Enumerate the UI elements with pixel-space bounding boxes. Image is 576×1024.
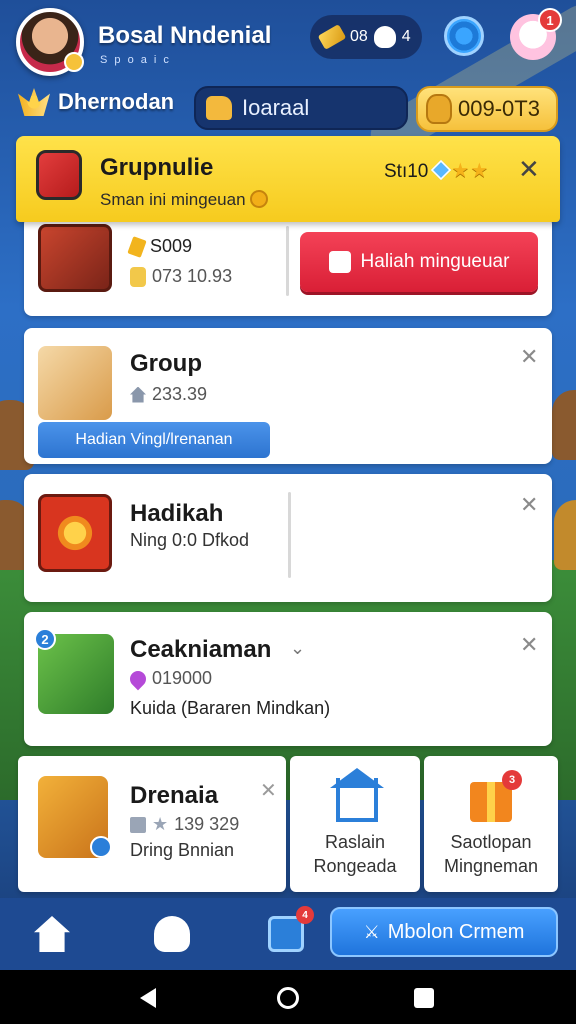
house-line2: Rongeada <box>313 856 397 876</box>
banner-score-text: Stı10 <box>384 161 429 182</box>
recent-apps-icon[interactable] <box>414 988 434 1008</box>
group-count: 233.39 <box>152 384 208 404</box>
card-first-line1-text: S009 <box>150 236 193 256</box>
settings-gear-icon[interactable] <box>444 16 484 56</box>
drenaia-subtitle: Dring Bnnian <box>130 840 235 860</box>
house-icon <box>336 778 378 822</box>
book-quest-icon <box>36 150 82 200</box>
claim-reward-button-label: Haliah mingueuar <box>360 251 510 272</box>
hadikah-title: Hadikah <box>130 500 224 527</box>
close-group-card-icon[interactable]: ✕ <box>520 344 538 370</box>
treasure-chest-icon <box>38 224 112 292</box>
coin-balance: 009-0T3 <box>458 96 540 121</box>
house-card[interactable]: Raslain Rongeada <box>290 756 420 892</box>
search-pill[interactable]: Ioaraal <box>194 86 408 130</box>
house-small-icon <box>130 386 146 403</box>
diamond-icon <box>431 159 452 181</box>
close-hadikah-card-icon[interactable]: ✕ <box>520 492 538 518</box>
coin-stack-icon <box>130 266 146 287</box>
drenaia-stats-row: ★ 139 329 <box>130 814 239 835</box>
group-players-icon <box>38 346 112 420</box>
ghost-social-icon[interactable] <box>154 916 190 952</box>
gift-line1: Saotlopan <box>450 832 532 852</box>
level-badge-icon <box>90 836 112 858</box>
star-small-icon: ★ <box>152 814 169 834</box>
home-circle-icon[interactable] <box>277 987 299 1009</box>
group-count-row: 233.39 <box>130 384 207 405</box>
chevron-down-icon[interactable]: ⌄ <box>290 638 305 659</box>
card-divider <box>288 492 291 578</box>
gift-icon <box>328 251 351 273</box>
drenaia-stats: 139 329 <box>174 814 240 834</box>
level-number-badge: 2 <box>34 628 56 650</box>
ceakniaman-card[interactable]: 2 Ceakniaman ⌄ 019000 Kuida (Bararen Min… <box>24 612 552 746</box>
drenaia-title: Drenaia <box>130 782 219 809</box>
coin-balance-pill[interactable]: 009-0T3 <box>416 86 558 132</box>
main-action-label: Mbolon Crmem <box>387 920 525 943</box>
hadikah-card[interactable]: Hadikah Ning 0:0 Dfkod ✕ <box>24 474 552 602</box>
avatar-rank-badge-icon <box>64 52 84 72</box>
wings-rank-icon <box>18 88 50 116</box>
group-title: Group <box>130 350 202 377</box>
star-icon: ★ <box>451 160 470 182</box>
card-first-line2-text: 073 10.93 <box>152 266 233 286</box>
ghost-icon <box>373 26 396 48</box>
level-row[interactable]: Dhernodan <box>18 88 174 116</box>
notification-badge: 1 <box>538 8 562 32</box>
ceakniaman-value: 019000 <box>152 668 213 688</box>
bg-character-right <box>552 390 576 460</box>
star-icon: ★ <box>470 160 489 182</box>
gold-bar-icon <box>127 235 147 258</box>
gold-bar-icon <box>317 24 347 50</box>
group-action-button[interactable]: Hadian Vingl/lrenanan <box>38 422 270 458</box>
card-first-line1: S009 <box>127 235 193 258</box>
target-quest-icon <box>38 494 112 572</box>
search-value: Ioaraal <box>242 95 310 120</box>
money-bag-icon <box>426 94 452 124</box>
top-header: Bosal Nndenial S p o a i c 08 4 1 Dherno… <box>0 0 576 140</box>
card-first-line2: 073 10.93 <box>130 266 232 287</box>
heart-gem-icon <box>126 667 150 690</box>
gift-badge: 3 <box>502 770 522 790</box>
banner-score: Stı10 ★★ <box>384 158 488 183</box>
player-subtitle: S p o a i c <box>100 54 171 66</box>
camera-badge: 4 <box>296 906 314 924</box>
close-drenaia-card-icon[interactable]: ✕ <box>260 778 277 803</box>
resource-pill[interactable]: 08 4 <box>310 15 422 59</box>
bg-character-right-2 <box>554 500 576 570</box>
claim-reward-button[interactable]: Haliah mingueuar <box>300 232 538 292</box>
chest-small-icon <box>130 816 146 833</box>
hadikah-subtitle: Ning 0:0 Dfkod <box>130 530 250 550</box>
house-line1: Raslain <box>324 832 386 852</box>
close-banner-icon[interactable]: ✕ <box>518 154 540 185</box>
level-label: Dhernodan <box>58 89 175 114</box>
card-divider <box>286 226 289 296</box>
thumbs-up-icon <box>206 96 232 120</box>
banner-subtitle: Sman ini mingeuan <box>100 190 268 210</box>
gems-count: 08 <box>350 28 368 45</box>
coin-icon <box>249 190 268 208</box>
drenaia-card[interactable]: Drenaia ✕ ★ 139 329 Dring Bnnian <box>18 756 286 892</box>
player-name: Bosal Nndenial <box>98 22 272 49</box>
ghost-count: 4 <box>401 28 411 45</box>
close-ceakniaman-card-icon[interactable]: ✕ <box>520 632 538 658</box>
gift-line2: Mingneman <box>443 856 539 876</box>
back-icon[interactable] <box>140 988 156 1008</box>
ceakniaman-value-row: 019000 <box>126 667 213 690</box>
gift-card[interactable]: 3 Saotlopan Mingneman <box>424 756 558 892</box>
main-action-button[interactable]: ⚔ Mbolon Crmem <box>330 907 558 957</box>
ceakniaman-subtitle: Kuida (Bararen Mindkan) <box>130 698 331 718</box>
banner-subtitle-text: Sman ini mingeuan <box>100 190 246 209</box>
quest-banner[interactable]: Grupnulie Sman ini mingeuan Stı10 ★★ ✕ <box>16 136 560 222</box>
swords-icon: ⚔ <box>363 921 380 942</box>
banner-title: Grupnulie <box>100 154 214 181</box>
ceakniaman-title: Ceakniaman <box>130 636 272 663</box>
